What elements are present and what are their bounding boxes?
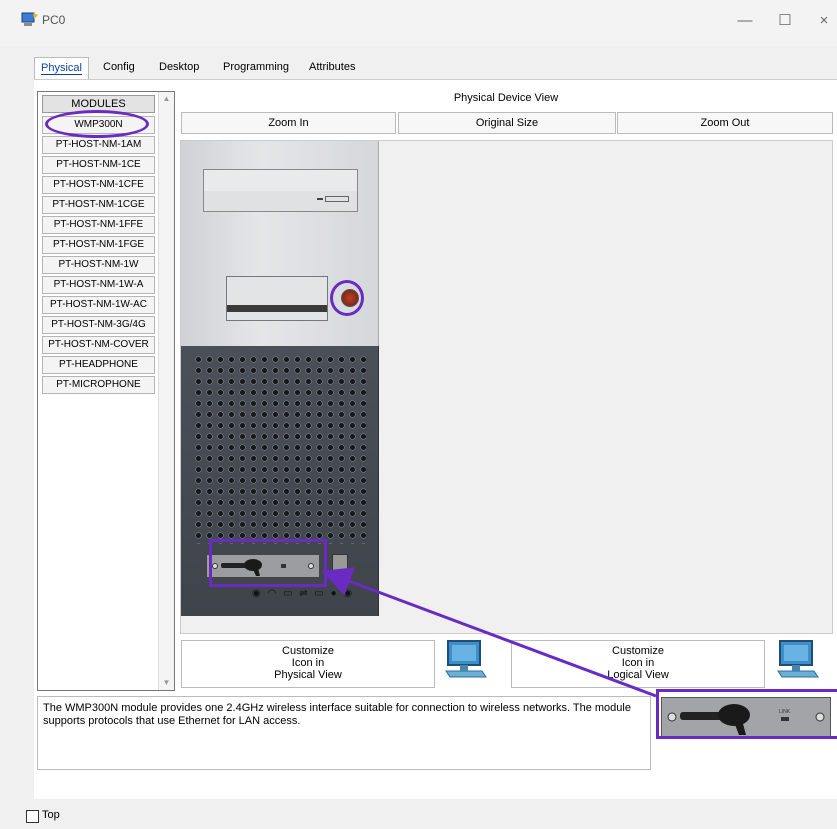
tab-physical[interactable]: Physical [34,57,89,81]
module-item-1w-a[interactable]: PT-HOST-NM-1W-A [42,276,155,294]
customize-physical-icon-button[interactable]: Customize Icon in Physical View [181,640,435,688]
packet-tracer-pc-icon [21,12,38,26]
logical-view-pc-icon [777,640,819,678]
optical-drive [203,169,358,193]
zoom-in-button[interactable]: Zoom In [181,112,396,134]
tab-config[interactable]: Config [97,57,141,79]
module-item-1w-ac[interactable]: PT-HOST-NM-1W-AC [42,296,155,314]
drive-indicator [317,198,323,200]
front-io-jacks: ◉ ◠ ▭ ⇌ ▭ ● ◉ [252,588,355,599]
title-bar: PC0 — ☐ × [0,0,837,46]
module-list-scrollbar[interactable]: ▲ ▼ [158,92,174,690]
maximize-button[interactable]: ☐ [771,10,799,32]
pc-chassis-front-upper [181,141,379,346]
original-size-button[interactable]: Original Size [398,112,616,134]
physical-view-pc-icon [445,640,487,678]
device-viewport[interactable]: ◉ ◠ ▭ ⇌ ▭ ● ◉ [180,140,833,634]
scroll-down-arrow-icon[interactable]: ▼ [159,676,174,690]
pc-chassis-front-lower: ◉ ◠ ▭ ⇌ ▭ ● ◉ [181,346,379,616]
module-preview-image: LINK [661,697,831,737]
floppy-drive [226,276,328,321]
customize-logical-icon-button[interactable]: Customize Icon in Logical View [511,640,765,688]
module-item-1cfe[interactable]: PT-HOST-NM-1CFE [42,176,155,194]
module-item-1ce[interactable]: PT-HOST-NM-1CE [42,156,155,174]
module-list: MODULES WMP300N PT-HOST-NM-1AM PT-HOST-N… [37,91,175,691]
ethernet-port [332,554,348,576]
installed-module-slot[interactable] [206,554,320,578]
module-item-wmp300n[interactable]: WMP300N [42,116,155,134]
preview-link-label: LINK [779,709,791,715]
optical-drive-bay [203,191,358,212]
drive-eject-slot [325,196,349,202]
module-item-3g4g[interactable]: PT-HOST-NM-3G/4G [42,316,155,334]
top-checkbox[interactable] [26,810,39,823]
module-item-headphone[interactable]: PT-HEADPHONE [42,356,155,374]
minimize-button[interactable]: — [731,10,759,32]
module-item-1w[interactable]: PT-HOST-NM-1W [42,256,155,274]
module-item-1cge[interactable]: PT-HOST-NM-1CGE [42,196,155,214]
power-button[interactable] [341,289,359,307]
physical-device-view-title: Physical Device View [453,92,559,104]
top-checkbox-label: Top [42,809,60,821]
wmp300n-module-icon [212,559,314,576]
tab-desktop[interactable]: Desktop [153,57,205,79]
modules-header: MODULES [42,95,155,113]
module-item-1ffe[interactable]: PT-HOST-NM-1FFE [42,216,155,234]
window-title: PC0 [42,13,66,27]
module-item-microphone[interactable]: PT-MICROPHONE [42,376,155,394]
module-item-1fge[interactable]: PT-HOST-NM-1FGE [42,236,155,254]
module-description-text: The WMP300N module provides one 2.4GHz w… [43,702,631,727]
tab-programming[interactable]: Programming [217,57,295,79]
zoom-out-button[interactable]: Zoom Out [617,112,833,134]
module-item-1am[interactable]: PT-HOST-NM-1AM [42,136,155,154]
vent-grille [193,354,366,544]
close-button[interactable]: × [810,10,837,32]
module-description-box: The WMP300N module provides one 2.4GHz w… [37,696,651,770]
module-item-cover[interactable]: PT-HOST-NM-COVER [42,336,155,354]
scroll-up-arrow-icon[interactable]: ▲ [159,92,174,106]
bottom-bar [0,799,837,829]
tab-attributes[interactable]: Attributes [303,57,361,79]
